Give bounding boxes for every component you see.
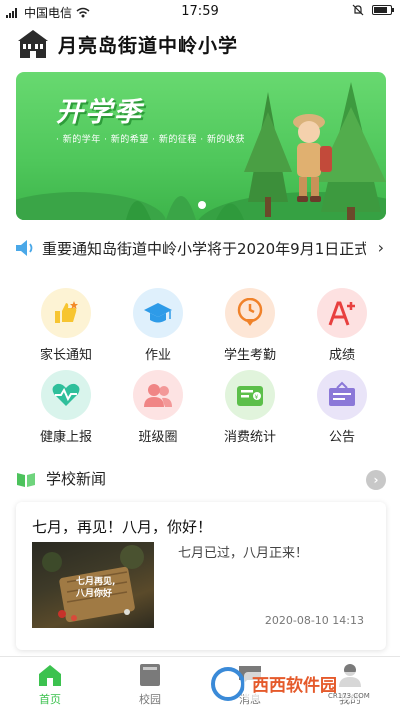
news-card[interactable]: 七月，再见！八月，你好！ 七月再见, 八月你好 七月已过，八月正来！ 2020-… (16, 502, 386, 650)
grid-item-a-plus[interactable]: 成绩 (296, 288, 388, 364)
graduation-cap-icon (133, 288, 183, 338)
notice-board-icon (317, 370, 367, 420)
thumbnail-caption-line1: 七月再见, (76, 577, 116, 587)
speaker-icon (16, 240, 33, 256)
heart-pulse-icon (41, 370, 91, 420)
grid-item-label: 公告 (328, 430, 355, 445)
grid-item-location-pin[interactable]: 学生考勤 (204, 288, 296, 364)
school-name: 月亮岛街道中岭小学 (58, 35, 239, 57)
news-section-title: 学校新闻 (46, 470, 107, 488)
grid-item-thumbs-up[interactable]: 家长通知 (20, 288, 112, 364)
nav-item-book[interactable]: 校园 (115, 663, 185, 709)
grid-item-heart-pulse[interactable]: 健康上报 (20, 370, 112, 446)
nav-item-label: 校园 (139, 693, 161, 706)
grid-item-wallet[interactable]: ¥ 消费统计 (204, 370, 296, 446)
grid-item-label: 学生考勤 (223, 348, 276, 363)
status-right (352, 4, 394, 16)
svg-text:CR173.COM: CR173.COM (328, 692, 370, 700)
status-time: 17:59 (181, 4, 219, 19)
watermark-logo: 西西软件园 CR173.COM (210, 664, 390, 704)
notice-bar[interactable]: 重要通知岛街道中岭小学将于2020年9月1日正式 › (14, 236, 386, 260)
grid-item-label: 家长通知 (39, 348, 92, 363)
school-logo-icon (18, 30, 48, 58)
book-icon (137, 663, 163, 687)
svg-text:¥: ¥ (255, 394, 259, 401)
wallet-icon: ¥ (225, 370, 275, 420)
news-more-button[interactable]: › (366, 470, 386, 490)
svg-text:西西软件园: 西西软件园 (252, 675, 337, 696)
watermark-icon: 西西软件园 CR173.COM (211, 667, 384, 701)
grid-item-label: 班级圈 (138, 430, 178, 445)
grid-item-label: 健康上报 (39, 430, 92, 445)
news-card-summary: 七月已过，八月正来！ (178, 546, 309, 561)
users-icon (133, 370, 183, 420)
a-plus-icon (317, 288, 367, 338)
grid-item-label: 消费统计 (223, 430, 276, 445)
thumbnail-caption-line2: 八月你好 (76, 589, 113, 599)
grid-item-label: 成绩 (328, 348, 355, 363)
chevron-right-icon[interactable]: › (378, 238, 384, 257)
banner-subtitle: · 新的学年 · 新的希望 · 新的征程 · 新的收获 (56, 135, 245, 145)
nav-item-home[interactable]: 首页 (15, 663, 85, 709)
grid-item-notice-board[interactable]: 公告 (296, 370, 388, 446)
thumbnail-caption: 七月再见, 八月你好 (76, 576, 115, 600)
app-header: 月亮岛街道中岭小学 (0, 24, 400, 64)
grid-item-users[interactable]: 班级圈 (112, 370, 204, 446)
banner-carousel[interactable]: 开学季 · 新的学年 · 新的希望 · 新的征程 · 新的收获 (16, 72, 386, 220)
carousel-indicator-dot[interactable] (198, 201, 206, 209)
battery-icon (372, 5, 394, 15)
home-icon (37, 663, 63, 687)
news-card-title: 七月，再见！八月，你好！ (32, 518, 213, 536)
status-bar: 中国电信 17:59 (0, 0, 400, 22)
news-card-date: 2020-08-10 14:13 (264, 614, 364, 627)
news-section-header: 学校新闻 › (16, 466, 386, 492)
location-pin-icon (225, 288, 275, 338)
bell-muted-icon (352, 4, 364, 16)
open-book-icon (17, 473, 35, 487)
thumbs-up-icon (41, 288, 91, 338)
grid-item-label: 作业 (144, 348, 171, 363)
banner-title: 开学季 (56, 97, 143, 128)
grid-item-graduation-cap[interactable]: 作业 (112, 288, 204, 364)
nav-item-label: 首页 (39, 693, 61, 706)
news-thumbnail: 七月再见, 八月你好 (32, 542, 154, 628)
notice-text: 重要通知岛街道中岭小学将于2020年9月1日正式 (42, 240, 366, 258)
